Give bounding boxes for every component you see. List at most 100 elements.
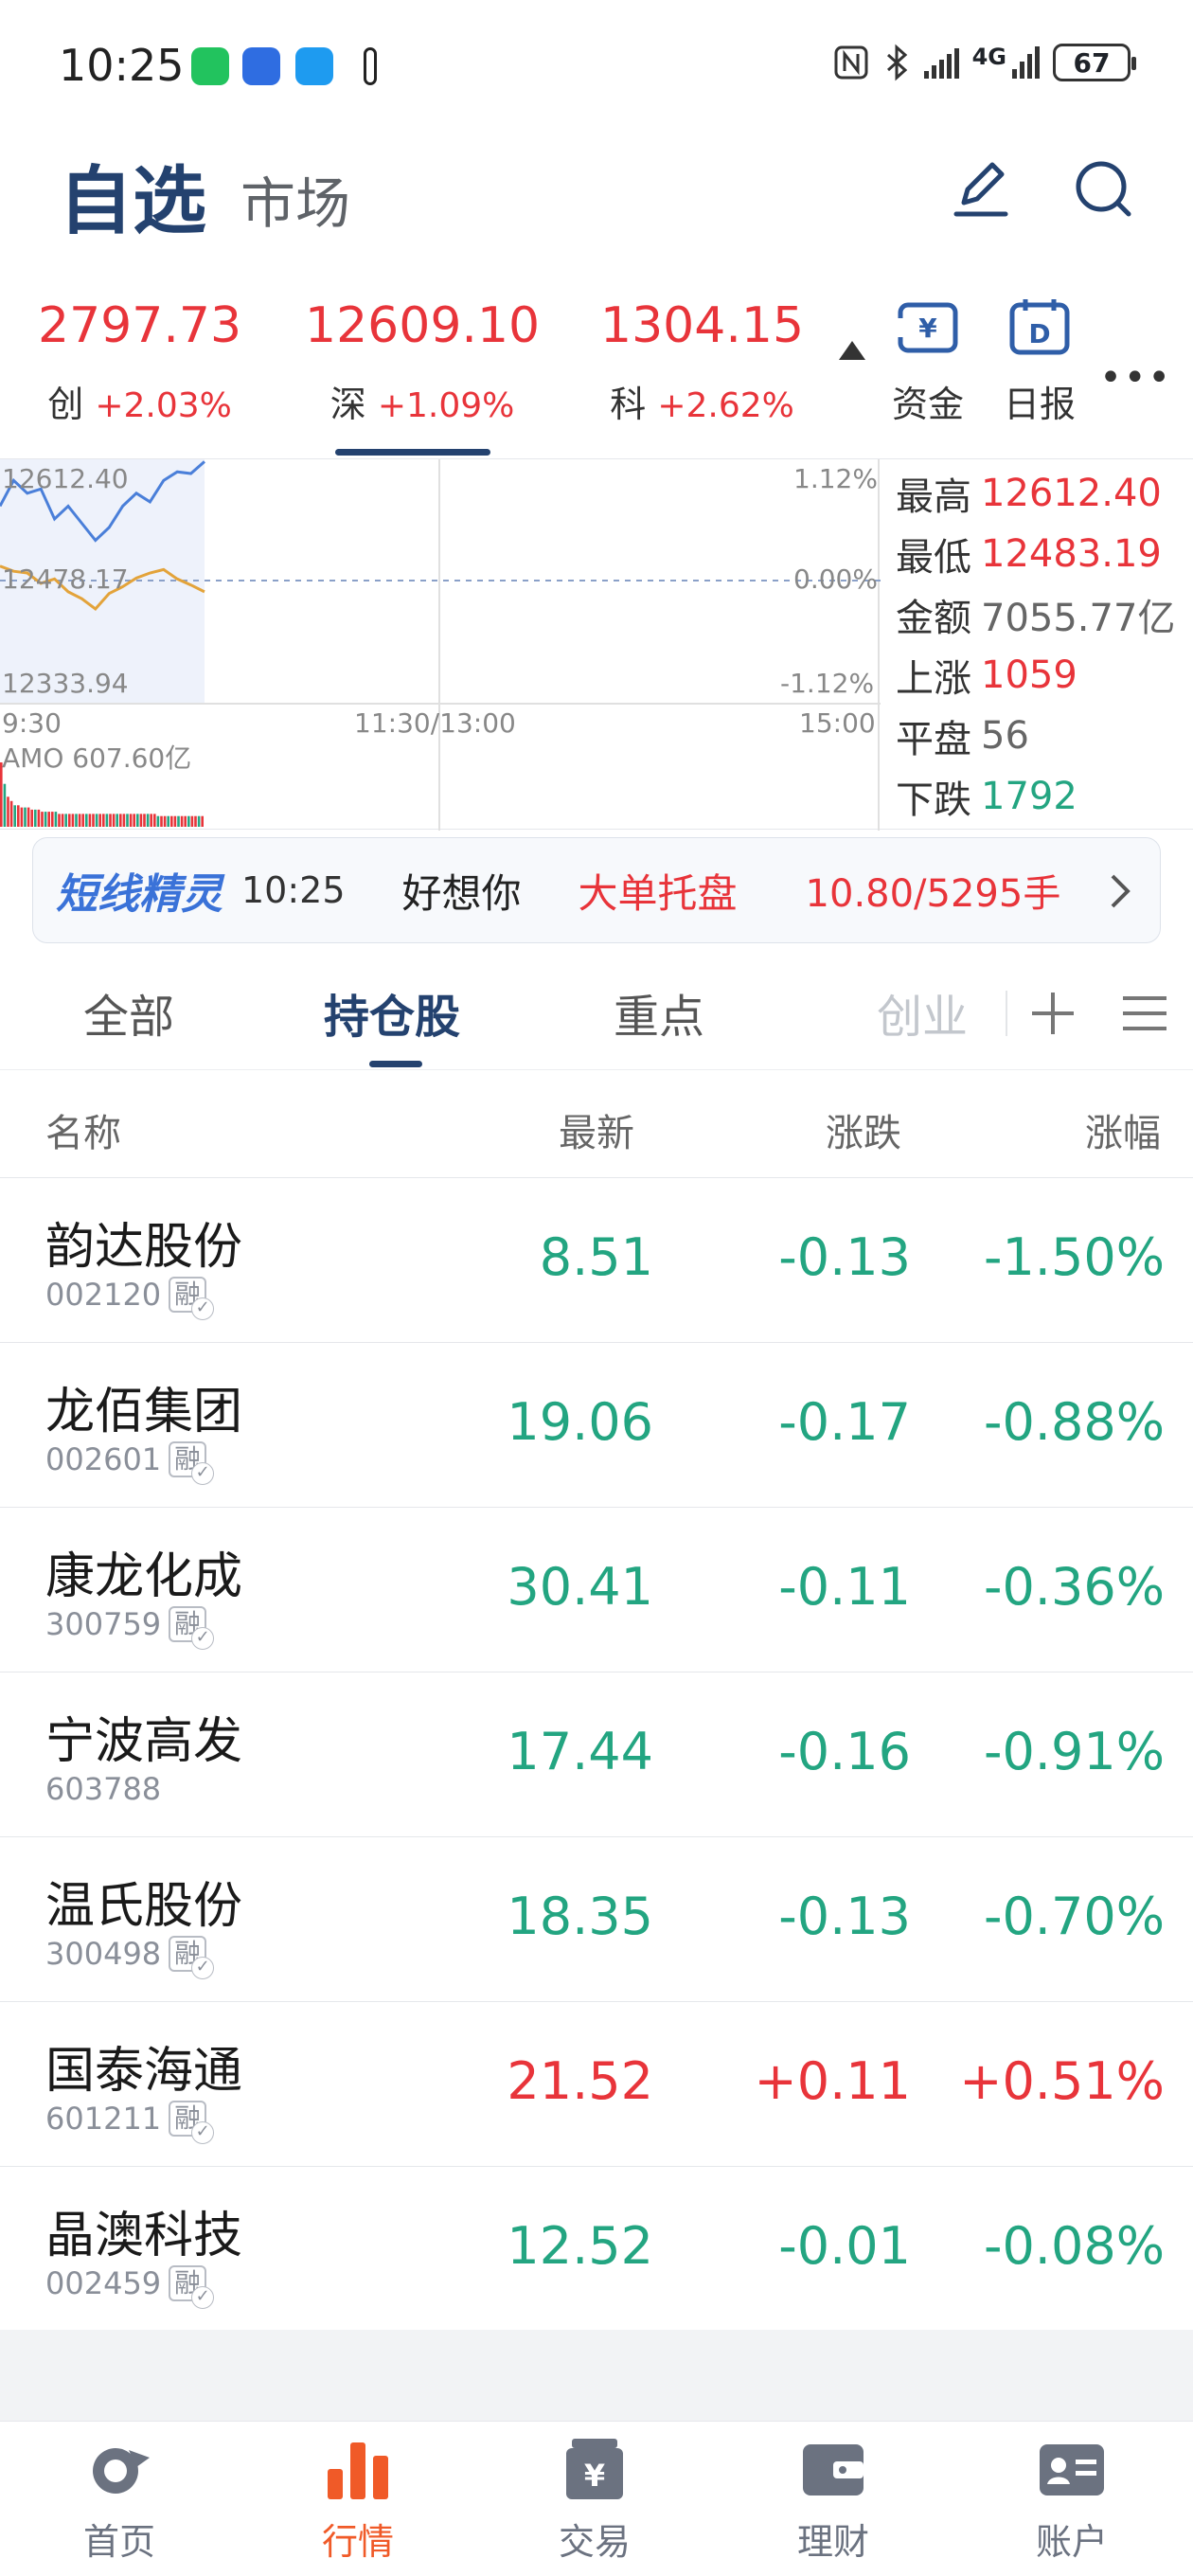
index-change: +2.03% — [95, 386, 232, 425]
edit-icon[interactable] — [947, 155, 1015, 224]
stat-key: 金额 — [896, 597, 971, 640]
collapse-arrow-icon[interactable] — [839, 341, 865, 360]
stock-code-line: 002120 融 — [45, 1277, 215, 1320]
margin-trading-badge: 融 — [169, 1606, 215, 1650]
tab-key[interactable]: 重点 — [614, 979, 704, 1046]
stock-code: 002601 — [45, 1441, 162, 1477]
pct-mid-label: 0.00% — [793, 564, 878, 595]
stat-low: 最低 12483.19 — [896, 524, 1193, 584]
volume-bar — [3, 783, 7, 827]
volume-bar — [64, 814, 67, 827]
volume-bar — [92, 814, 95, 827]
table-row[interactable]: 宁波高发 603788 17.44 -0.16 -0.91% — [0, 1673, 1193, 1837]
volume-bar — [201, 815, 204, 827]
stock-price: 21.52 — [507, 2051, 653, 2111]
status-bar: 10:25 4G 67 — [0, 0, 1193, 133]
volume-bar — [17, 805, 20, 827]
column-header-pct[interactable]: 涨幅 — [1085, 1102, 1161, 1157]
volume-bar — [177, 815, 180, 827]
stat-rise: 上涨 1059 — [896, 645, 1193, 706]
add-icon[interactable] — [1028, 989, 1077, 1038]
stat-fall: 下跌 1792 — [896, 766, 1193, 827]
volume-bar — [105, 814, 109, 827]
signal-icon-2 — [1012, 46, 1040, 79]
index-star[interactable]: 1304.15 科 +2.62% — [600, 297, 804, 427]
stock-price: 12.52 — [507, 2216, 653, 2276]
stat-key: 最低 — [896, 536, 971, 580]
column-header-name[interactable]: 名称 — [45, 1102, 121, 1157]
market-icon — [328, 2442, 388, 2499]
menu-icon[interactable] — [1121, 994, 1168, 1032]
index-label: 深 +1.09% — [305, 375, 540, 427]
table-row[interactable]: 国泰海通601211融 21.52 +0.11 +0.51% — [0, 2002, 1193, 2167]
amo-label: AMO 607.60亿 — [2, 742, 192, 774]
table-row[interactable]: 龙佰集团002601融 19.06 -0.17 -0.88% — [0, 1343, 1193, 1508]
index-chinext[interactable]: 2797.73 创 +2.03% — [38, 297, 241, 427]
stock-code: 002120 — [45, 1277, 162, 1313]
stock-name: 晶澳科技 — [45, 2208, 243, 2264]
tab-divider — [1006, 991, 1007, 1036]
ticker-detail: 10.80/5295手 — [805, 872, 1061, 916]
margin-trading-badge: 融 — [169, 2101, 215, 2144]
tab-holdings[interactable]: 持仓股 — [324, 979, 460, 1046]
volume-bar — [190, 815, 194, 827]
stock-change: +0.11 — [754, 2051, 911, 2111]
network-type: 4G — [971, 44, 1006, 70]
short-term-alert-banner[interactable]: 短线精灵 10:25 好想你 大单托盘 10.80/5295手 — [32, 837, 1161, 943]
index-strip: 2797.73 创 +2.03% 12609.10 深 +1.09% 1304.… — [0, 284, 1193, 456]
table-row[interactable]: 晶澳科技002459融 12.52 -0.01 -0.08% — [0, 2167, 1193, 2332]
trade-icon: ¥ — [566, 2439, 623, 2499]
stock-code-line: 300498 融 — [45, 1936, 215, 1979]
table-row[interactable]: 康龙化成300759融 30.41 -0.11 -0.36% — [0, 1508, 1193, 1673]
tab-chinext[interactable]: 创业 — [877, 979, 968, 1046]
volume-bar — [173, 815, 177, 827]
volume-bar — [7, 796, 9, 827]
table-row[interactable]: 韵达股份002120融 8.51 -0.13 -1.50% — [0, 1178, 1193, 1343]
more-icon[interactable]: ••• — [1099, 356, 1172, 400]
stat-key: 最高 — [896, 475, 971, 519]
nav-account[interactable]: 账户 — [996, 2435, 1148, 2565]
volume-bar — [41, 812, 44, 827]
volume-bar — [27, 807, 30, 827]
stat-value: 7055.77亿 — [981, 597, 1176, 640]
stock-change-pct: -0.08% — [983, 2216, 1165, 2276]
volume-bar — [47, 812, 50, 827]
bottom-nav: 首页 行情 ¥ 交易 理财 账户 — [0, 2421, 1193, 2576]
nav-label: 交易 — [558, 2521, 631, 2563]
daily-report-button[interactable]: D 日报 — [992, 297, 1087, 427]
search-icon[interactable] — [1070, 155, 1138, 224]
nav-home[interactable]: 首页 — [44, 2435, 195, 2565]
nav-trade[interactable]: ¥ 交易 — [519, 2435, 670, 2565]
index-shenzhen[interactable]: 12609.10 深 +1.09% — [305, 297, 540, 427]
volume-bar — [136, 814, 139, 827]
status-time: 10:25 — [59, 40, 185, 91]
nav-market[interactable]: 行情 — [282, 2435, 434, 2565]
volume-bar — [122, 814, 126, 827]
index-name: 创 — [47, 384, 84, 425]
index-name: 深 — [329, 384, 366, 425]
chevron-right-icon[interactable] — [1103, 870, 1137, 912]
index-label: 创 +2.03% — [38, 375, 241, 427]
stock-change: -0.11 — [778, 1557, 911, 1617]
stock-list: 韵达股份002120融8.51-0.13-1.50%龙佰集团002601融19.… — [0, 1178, 1193, 2332]
column-header-price[interactable]: 最新 — [559, 1102, 634, 1157]
stock-name: 康龙化成 — [45, 1548, 243, 1605]
stat-key: 上涨 — [896, 657, 971, 701]
table-row[interactable]: 温氏股份300498融 18.35 -0.13 -0.70% — [0, 1837, 1193, 2002]
stock-price: 19.06 — [507, 1392, 653, 1452]
intraday-chart[interactable]: 12612.40 12478.17 12333.94 1.12% 0.00% -… — [0, 458, 1193, 831]
volume-bar — [133, 814, 135, 827]
nav-wealth[interactable]: 理财 — [757, 2435, 909, 2565]
margin-trading-badge: 融 — [169, 1277, 215, 1320]
tab-watchlist[interactable]: 自选 — [59, 142, 206, 248]
fund-button[interactable]: ¥ 资金 — [881, 297, 975, 427]
volume-bar — [116, 814, 118, 827]
nav-label: 理财 — [796, 2521, 869, 2563]
column-header-change[interactable]: 涨跌 — [826, 1102, 901, 1157]
tab-all[interactable]: 全部 — [83, 979, 174, 1046]
nav-label: 首页 — [82, 2521, 155, 2563]
volume-bar — [68, 814, 71, 827]
tab-market[interactable]: 市场 — [240, 159, 350, 239]
stock-change-pct: -0.88% — [983, 1392, 1165, 1452]
wallet-icon — [803, 2444, 864, 2496]
